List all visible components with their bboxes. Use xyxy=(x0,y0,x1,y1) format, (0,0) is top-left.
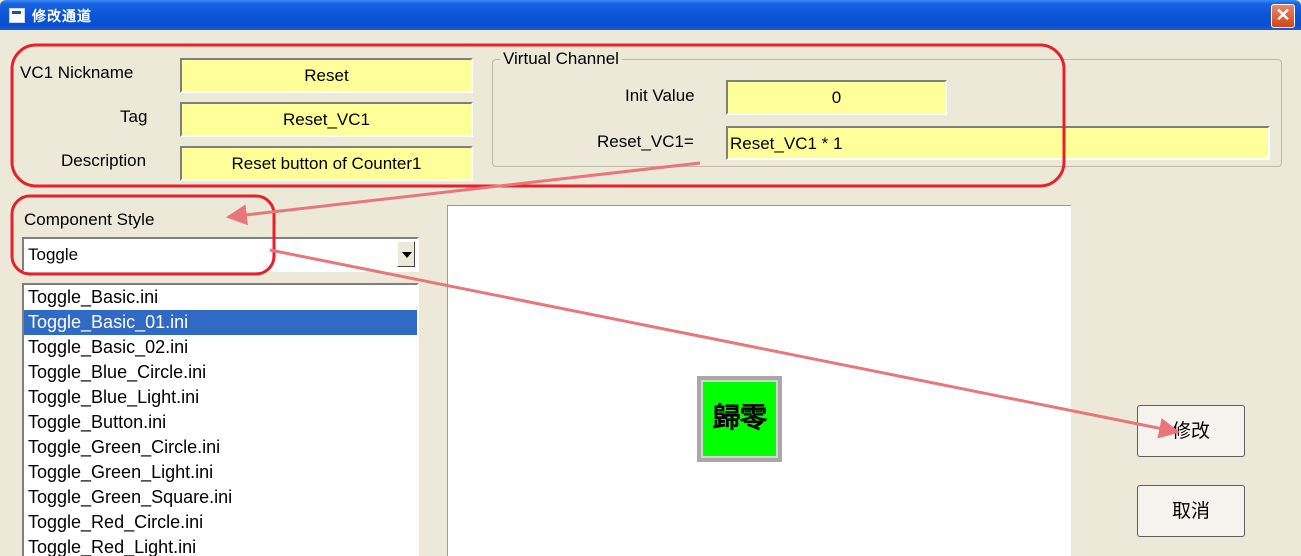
list-item[interactable]: Toggle_Green_Light.ini xyxy=(24,460,417,485)
tag-label: Tag xyxy=(120,107,148,126)
close-button[interactable]: ✕ xyxy=(1271,4,1295,28)
list-item[interactable]: Toggle_Basic_01.ini xyxy=(24,310,417,335)
init-value-field[interactable]: 0 xyxy=(726,80,947,115)
tag-field[interactable]: Reset_VC1 xyxy=(180,102,473,137)
list-item[interactable]: Toggle_Red_Circle.ini xyxy=(24,510,417,535)
list-item[interactable]: Toggle_Blue_Circle.ini xyxy=(24,360,417,385)
list-item[interactable]: Toggle_Green_Circle.ini xyxy=(24,435,417,460)
ok-button[interactable]: 修改 xyxy=(1137,405,1245,457)
nickname-label: VC1 Nickname xyxy=(20,63,134,82)
component-file-list[interactable]: Toggle_Basic.ini Toggle_Basic_01.ini Toggl… xyxy=(22,283,419,556)
nickname-field[interactable]: Reset xyxy=(180,58,473,93)
list-item[interactable]: Toggle_Blue_Light.ini xyxy=(24,385,417,410)
component-style-label: Component Style xyxy=(24,210,155,229)
description-field[interactable]: Reset button of Counter1 xyxy=(180,146,473,181)
window-title: 修改通道 xyxy=(32,8,92,24)
formula-field[interactable]: Reset_VC1 * 1 xyxy=(726,126,1270,160)
virtual-channel-title: Virtual Channel xyxy=(500,49,622,69)
cancel-button[interactable]: 取消 xyxy=(1137,485,1245,537)
description-label: Description xyxy=(61,151,147,170)
list-item[interactable]: Toggle_Red_Light.ini xyxy=(24,535,417,556)
init-value-label: Init Value xyxy=(625,86,695,105)
component-style-value: Toggle xyxy=(28,245,79,264)
list-item[interactable]: Toggle_Basic_02.ini xyxy=(24,335,417,360)
list-item[interactable]: Toggle_Basic.ini xyxy=(24,285,417,310)
list-item[interactable]: Toggle_Button.ini xyxy=(24,410,417,435)
window-icon xyxy=(9,8,25,23)
preview-toggle-label: 歸零 xyxy=(701,380,778,458)
chevron-down-icon[interactable] xyxy=(397,241,415,267)
list-item[interactable]: Toggle_Green_Square.ini xyxy=(24,485,417,510)
title-bar[interactable]: 修改通道 ✕ xyxy=(0,0,1301,30)
edit-channel-dialog: 修改通道 ✕ VC1 Nickname Reset Tag Reset_VC1 … xyxy=(0,0,1301,556)
preview-toggle-button[interactable]: 歸零 xyxy=(697,376,782,462)
component-style-select[interactable]: Toggle xyxy=(22,237,419,272)
formula-label: Reset_VC1= xyxy=(597,132,694,151)
